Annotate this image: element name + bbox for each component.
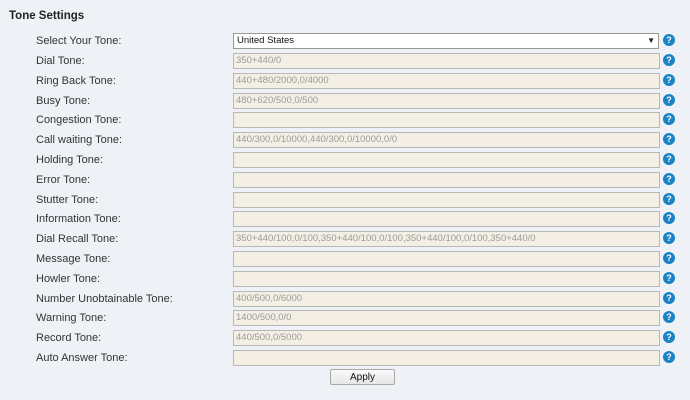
busy-tone-row: Busy Tone: 480+620/500,0/500? <box>0 92 690 109</box>
stutter-tone-field[interactable] <box>233 191 660 208</box>
information-tone-label: Information Tone: <box>36 213 121 226</box>
help-icon[interactable]: ? <box>663 212 675 225</box>
warning-tone-row: Warning Tone: 1400/500,0/0? <box>0 310 690 327</box>
call-waiting-tone-field[interactable]: 440/300,0/10000,440/300,0/10000,0/0 <box>233 132 660 149</box>
busy-tone-label: Busy Tone: <box>36 94 91 107</box>
number-unobtainable-tone-label: Number Unobtainable Tone: <box>36 292 173 305</box>
help-icon[interactable]: ? <box>663 291 675 304</box>
help-icon[interactable]: ? <box>663 271 675 284</box>
number-unobtainable-tone-field[interactable]: 400/500,0/6000 <box>233 290 660 307</box>
chevron-down-icon: ▼ <box>647 36 655 45</box>
holding-tone-label: Holding Tone: <box>36 154 104 166</box>
howler-tone-field[interactable] <box>233 270 660 287</box>
record-tone-label: Record Tone: <box>36 332 102 345</box>
congestion-tone-field[interactable] <box>233 112 660 129</box>
select-tone-value: United States <box>237 35 295 46</box>
dial-recall-tone-label: Dial Recall Tone: <box>36 233 119 246</box>
auto-answer-tone-row: Auto Answer Tone:? <box>0 350 690 366</box>
holding-tone-field[interactable] <box>233 152 660 168</box>
help-icon[interactable]: ? <box>663 252 675 264</box>
ring-back-tone-label: Ring Back Tone: <box>36 74 116 87</box>
dial-tone-field[interactable]: 350+440/0 <box>233 53 660 69</box>
section-title: Tone Settings <box>9 10 85 22</box>
help-icon[interactable]: ? <box>663 351 675 363</box>
message-tone-label: Message Tone: <box>36 253 111 265</box>
error-tone-field[interactable] <box>233 171 660 188</box>
record-tone-row: Record Tone: 440/500,0/5000? <box>0 330 690 347</box>
howler-tone-label: Howler Tone: <box>36 272 100 285</box>
message-tone-row: Message Tone:? <box>0 251 690 267</box>
dial-tone-label: Dial Tone: <box>36 55 85 67</box>
congestion-tone-row: Congestion Tone:? <box>0 112 690 129</box>
ring-back-tone-field[interactable]: 440+480/2000,0/4000 <box>233 72 660 89</box>
dial-tone-row: Dial Tone: 350+440/0? <box>0 53 690 69</box>
help-icon[interactable]: ? <box>663 113 675 126</box>
select-tone-dropdown[interactable]: United States ▼ <box>233 33 659 49</box>
select-tone-row: Select Your Tone: United States ▼ ? <box>0 33 690 49</box>
dial-recall-tone-field[interactable]: 350+440/100,0/100,350+440/100,0/100,350+… <box>233 231 660 248</box>
tone-settings-page: Tone Settings Select Your Tone: United S… <box>0 0 690 400</box>
call-waiting-tone-label: Call waiting Tone: <box>36 134 123 147</box>
congestion-tone-label: Congestion Tone: <box>36 114 122 127</box>
record-tone-field[interactable]: 440/500,0/5000 <box>233 330 660 347</box>
stutter-tone-label: Stutter Tone: <box>36 193 99 206</box>
warning-tone-label: Warning Tone: <box>36 312 107 325</box>
warning-tone-field[interactable]: 1400/500,0/0 <box>233 310 660 327</box>
help-icon[interactable]: ? <box>663 153 675 165</box>
message-tone-field[interactable] <box>233 251 660 267</box>
help-icon[interactable]: ? <box>663 311 675 324</box>
error-tone-label: Error Tone: <box>36 173 91 186</box>
help-icon[interactable]: ? <box>663 232 675 245</box>
auto-answer-tone-label: Auto Answer Tone: <box>36 352 128 364</box>
holding-tone-row: Holding Tone:? <box>0 152 690 168</box>
ring-back-tone-row: Ring Back Tone: 440+480/2000,0/4000? <box>0 72 690 89</box>
help-icon[interactable]: ? <box>663 172 675 185</box>
number-unobtainable-tone-row: Number Unobtainable Tone: 400/500,0/6000? <box>0 290 690 307</box>
auto-answer-tone-field[interactable] <box>233 350 660 366</box>
information-tone-field[interactable] <box>233 211 660 228</box>
apply-button[interactable]: Apply <box>330 369 395 385</box>
help-icon[interactable]: ? <box>663 93 675 106</box>
select-tone-label: Select Your Tone: <box>36 35 122 47</box>
help-icon[interactable]: ? <box>663 54 675 66</box>
busy-tone-field[interactable]: 480+620/500,0/500 <box>233 92 660 109</box>
help-icon[interactable]: ? <box>663 133 675 146</box>
dial-recall-tone-row: Dial Recall Tone: 350+440/100,0/100,350+4… <box>0 231 690 248</box>
error-tone-row: Error Tone:? <box>0 171 690 188</box>
stutter-tone-row: Stutter Tone:? <box>0 191 690 208</box>
information-tone-row: Information Tone:? <box>0 211 690 228</box>
call-waiting-tone-row: Call waiting Tone: 440/300,0/10000,440/30… <box>0 132 690 149</box>
help-icon[interactable]: ? <box>663 73 675 86</box>
help-icon[interactable]: ? <box>663 192 675 205</box>
help-icon[interactable]: ? <box>663 34 675 46</box>
howler-tone-row: Howler Tone:? <box>0 270 690 287</box>
help-icon[interactable]: ? <box>663 331 675 344</box>
